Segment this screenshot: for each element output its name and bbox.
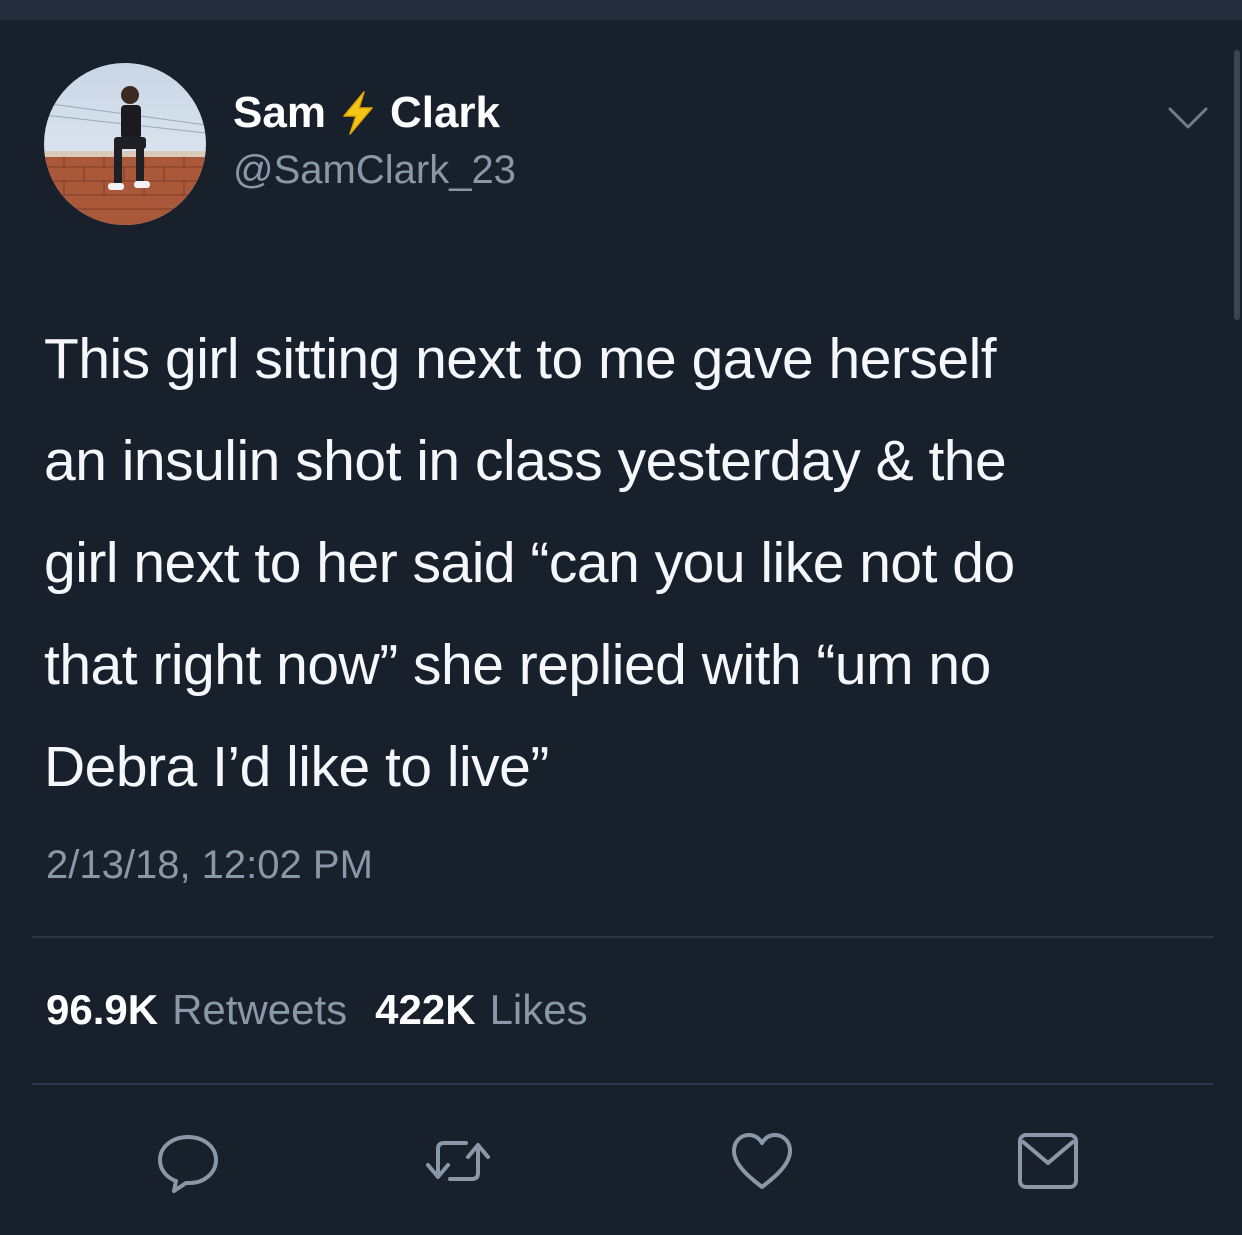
- tweet-line: that right now” she replied with “um no: [44, 633, 991, 697]
- retweet-icon: [426, 1141, 490, 1181]
- top-edge: [0, 0, 1242, 20]
- like-button[interactable]: [726, 1125, 798, 1197]
- retweets-stat[interactable]: 96.9K Retweets: [46, 986, 347, 1034]
- tweet-line: an insulin shot in class yesterday & the: [44, 429, 1007, 493]
- tweet-line: girl next to her said “can you like not …: [44, 531, 1015, 595]
- retweet-button[interactable]: [422, 1125, 494, 1197]
- direct-message-icon: [1018, 1133, 1078, 1189]
- tweet-timestamp[interactable]: 2/13/18, 12:02 PM: [46, 843, 373, 888]
- display-name-first: Sam: [233, 88, 326, 137]
- direct-message-button[interactable]: [1012, 1125, 1084, 1197]
- scrollbar[interactable]: [1234, 50, 1240, 320]
- reply-icon: [158, 1135, 218, 1193]
- display-name-last: Clark: [389, 88, 501, 137]
- tweet-text: This girl sitting next to me gave hersel…: [44, 308, 1174, 818]
- chevron-down-icon[interactable]: [1166, 103, 1210, 133]
- avatar[interactable]: [44, 63, 206, 225]
- bolt-icon: [334, 89, 382, 137]
- divider: [32, 936, 1214, 938]
- divider: [32, 1083, 1214, 1085]
- likes-label: Likes: [489, 986, 588, 1033]
- retweets-label: Retweets: [172, 986, 348, 1033]
- retweets-count: 96.9K: [46, 986, 159, 1033]
- tweet-line: This girl sitting next to me gave hersel…: [44, 327, 997, 391]
- likes-stat[interactable]: 422K Likes: [375, 986, 587, 1034]
- like-icon: [732, 1133, 792, 1189]
- tweet-stats: 96.9K Retweets 422K Likes: [46, 986, 588, 1034]
- display-name[interactable]: Sam Clark: [233, 88, 500, 138]
- likes-count: 422K: [375, 986, 476, 1033]
- reply-button[interactable]: [152, 1125, 224, 1197]
- avatar-image: [44, 63, 206, 225]
- tweet-line: Debra I’d like to live”: [44, 735, 549, 799]
- user-handle[interactable]: @SamClark_23: [233, 148, 516, 193]
